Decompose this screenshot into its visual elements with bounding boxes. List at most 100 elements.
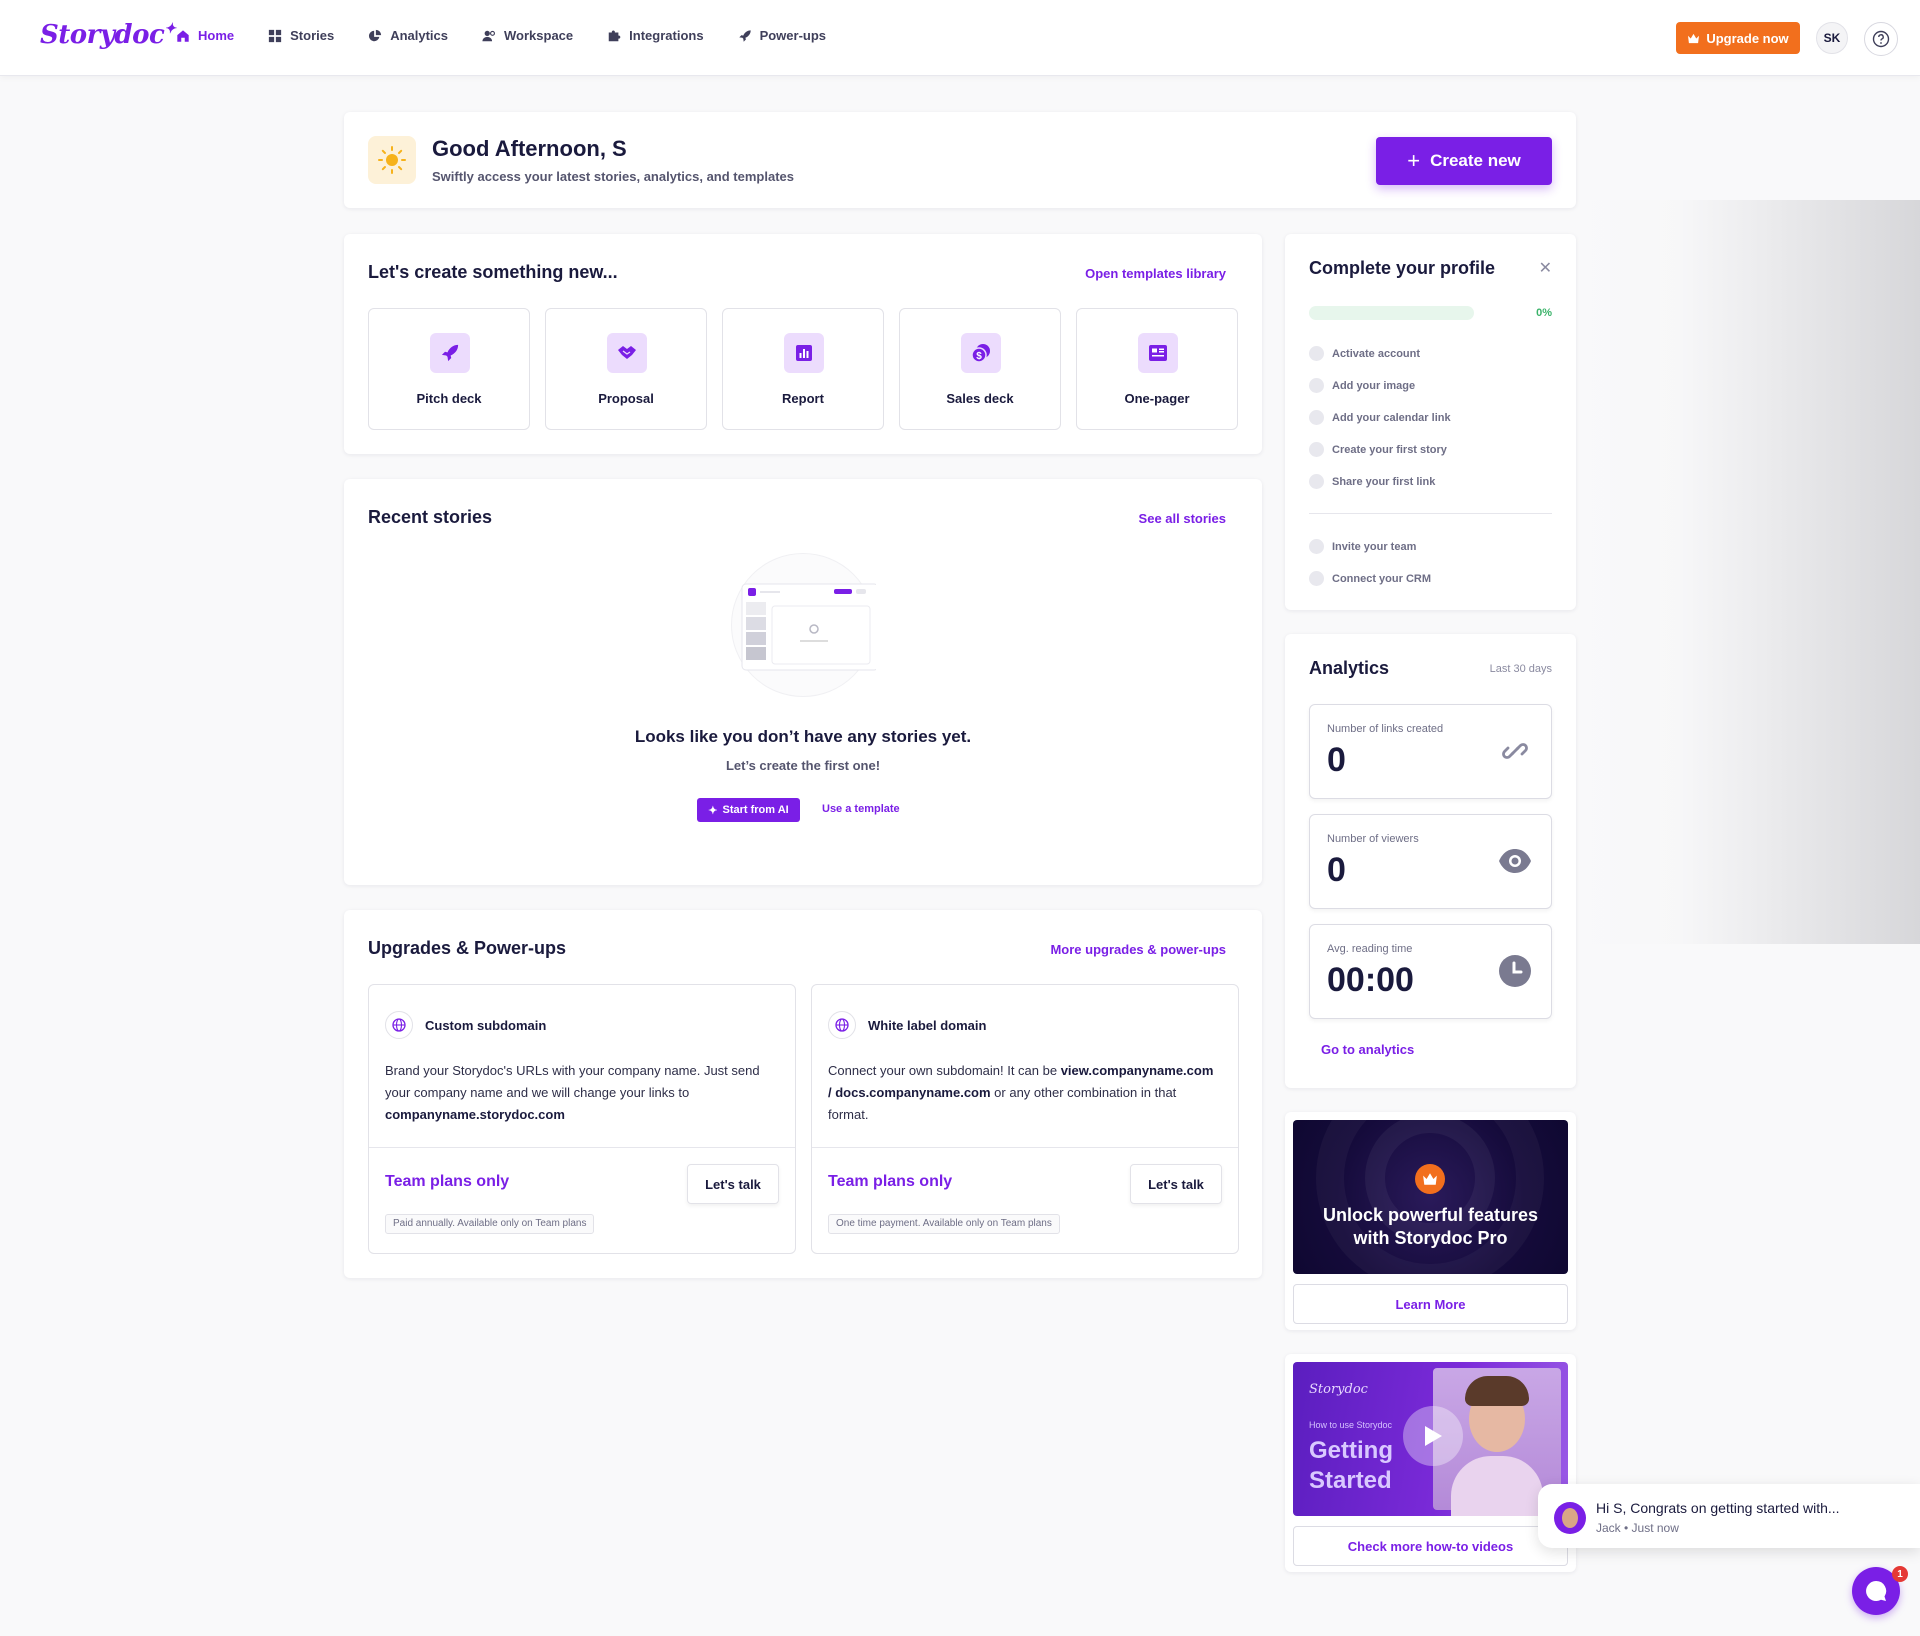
template-label: Sales deck: [946, 391, 1014, 406]
template-sales-deck[interactable]: $ Sales deck: [899, 308, 1061, 430]
task-status-icon: [1309, 442, 1324, 457]
section-title: Let's create something new...: [368, 262, 618, 282]
storydoc-logo[interactable]: Storydoc✦: [40, 20, 176, 50]
handshake-icon: [607, 333, 647, 373]
plan-note: Paid annually. Available only on Team pl…: [385, 1214, 595, 1234]
profile-title: Complete your profile: [1309, 258, 1496, 278]
lets-talk-button[interactable]: Let's talk: [687, 1164, 779, 1204]
profile-progress-bar: [1309, 306, 1474, 320]
complete-profile-card: Complete your profile ✕ 0% Activate acco…: [1285, 234, 1576, 610]
profile-task[interactable]: Share your first link: [1309, 474, 1435, 489]
nav-label: Integrations: [629, 28, 704, 43]
powerup-custom-subdomain: Custom subdomain Brand your Storydoc's U…: [368, 984, 796, 1254]
profile-task[interactable]: Create your first story: [1309, 442, 1447, 457]
analytics-range: Last 30 days: [1489, 663, 1552, 675]
task-status-icon: [1309, 474, 1324, 489]
chat-notification[interactable]: Hi S, Congrats on getting started with..…: [1538, 1484, 1920, 1548]
puzzle-icon: [608, 30, 621, 41]
template-label: Report: [782, 391, 824, 406]
powerup-title: Custom subdomain: [425, 1018, 547, 1033]
chat-meta: Jack • Just now: [1596, 1521, 1679, 1535]
clock-icon: [1497, 953, 1533, 989]
metric-value: 00:00: [1327, 961, 1414, 999]
help-button[interactable]: [1864, 22, 1898, 56]
template-proposal[interactable]: Proposal: [545, 308, 707, 430]
template-label: One-pager: [1124, 391, 1190, 406]
user-avatar[interactable]: SK: [1816, 22, 1848, 54]
empty-state-subtitle: Let’s create the first one!: [725, 758, 881, 773]
rocket-icon: [738, 29, 751, 42]
eye-icon: [1497, 843, 1533, 879]
task-status-icon: [1309, 378, 1324, 393]
more-how-to-videos-button[interactable]: Check more how-to videos: [1293, 1526, 1568, 1566]
nav-label: Home: [198, 28, 235, 43]
start-from-ai-button[interactable]: ✦ Start from AI: [697, 798, 800, 822]
crown-icon: [1415, 1164, 1445, 1194]
nav-label: Analytics: [390, 28, 449, 43]
template-label: Proposal: [598, 391, 654, 406]
learn-more-button[interactable]: Learn More: [1293, 1284, 1568, 1324]
logo-text: Storydoc: [40, 20, 165, 50]
nav-item-home[interactable]: Home: [176, 28, 234, 43]
divider: [369, 1147, 795, 1148]
go-to-analytics-link[interactable]: Go to analytics: [1321, 1042, 1414, 1057]
profile-task[interactable]: Connect your CRM: [1309, 571, 1431, 586]
see-all-stories-link[interactable]: See all stories: [1139, 511, 1226, 526]
profile-task[interactable]: Add your calendar link: [1309, 410, 1451, 425]
task-label: Invite your team: [1332, 540, 1417, 553]
lets-talk-button[interactable]: Let's talk: [1130, 1164, 1222, 1204]
nav-item-power-ups[interactable]: Power-ups: [738, 28, 826, 43]
template-pitch-deck[interactable]: Pitch deck: [368, 308, 530, 430]
empty-stories-illustration: [731, 553, 876, 697]
template-label: Pitch deck: [416, 391, 482, 406]
metric-label: Avg. reading time: [1327, 943, 1413, 955]
profile-task[interactable]: Activate account: [1309, 346, 1420, 361]
close-icon[interactable]: ✕: [1539, 258, 1552, 278]
use-a-template-link[interactable]: Use a template: [822, 803, 900, 815]
create-new-button[interactable]: + Create new: [1376, 137, 1552, 185]
video-subtitle: How to use Storydoc: [1309, 1420, 1393, 1430]
analytics-title: Analytics: [1309, 658, 1390, 678]
video-thumbnail[interactable]: Storydoc How to use Storydoc Getting Star…: [1293, 1362, 1568, 1516]
document-icon: [1138, 333, 1178, 373]
profile-task[interactable]: Invite your team: [1309, 539, 1416, 554]
rocket-icon: [430, 333, 470, 373]
template-report[interactable]: Report: [722, 308, 884, 430]
nav-item-analytics[interactable]: Analytics: [368, 28, 448, 43]
task-status-icon: [1309, 539, 1324, 554]
task-label: Activate account: [1332, 347, 1421, 360]
metric-reading-time: Avg. reading time 00:00: [1309, 924, 1552, 1019]
profile-progress-percent: 0%: [1536, 307, 1552, 319]
storydoc-pro-promo: Unlock powerful features with Storydoc Pr…: [1285, 1112, 1576, 1330]
powerup-white-label-domain: White label domain Connect your own subd…: [811, 984, 1239, 1254]
analytics-card: Analytics Last 30 days Number of links c…: [1285, 634, 1576, 1088]
video-logo: Storydoc: [1309, 1382, 1368, 1397]
pro-headline-line: with Storydoc Pro: [1353, 1228, 1508, 1248]
open-templates-library-link[interactable]: Open templates library: [1085, 266, 1226, 281]
nav-label: Power-ups: [759, 28, 827, 43]
more-upgrades-link[interactable]: More upgrades & power-ups: [1050, 942, 1226, 957]
desc-bold: companyname.storydoc.com: [385, 1107, 565, 1122]
powerup-description: Brand your Storydoc's URLs with your com…: [385, 1060, 775, 1126]
profile-task[interactable]: Add your image: [1309, 378, 1415, 393]
video-title-line: Started: [1309, 1467, 1392, 1494]
template-one-pager[interactable]: One-pager: [1076, 308, 1238, 430]
task-label: Connect your CRM: [1332, 572, 1431, 585]
nav-item-stories[interactable]: Stories: [268, 28, 334, 43]
play-icon[interactable]: [1403, 1406, 1463, 1466]
globe-icon: [385, 1011, 413, 1039]
background-shade: [1576, 200, 1920, 944]
recent-stories-section: Recent stories See all stories Looks lik…: [344, 479, 1262, 885]
greeting-subtitle: Swiftly access your latest stories, anal…: [432, 169, 794, 184]
nav-item-integrations[interactable]: Integrations: [607, 28, 704, 43]
question-icon: [1872, 30, 1890, 48]
crown-icon: [1688, 33, 1700, 43]
sparkle-icon: ✦: [164, 21, 176, 37]
sparkle-icon: ✦: [708, 804, 718, 817]
task-label: Add your image: [1332, 379, 1416, 392]
upgrade-now-button[interactable]: Upgrade now: [1676, 22, 1800, 54]
video-title-line: Getting: [1309, 1437, 1393, 1464]
chat-message: Hi S, Congrats on getting started with..…: [1596, 1500, 1840, 1516]
nav-item-workspace[interactable]: Workspace: [482, 28, 573, 43]
unread-badge: 1: [1892, 1566, 1908, 1582]
